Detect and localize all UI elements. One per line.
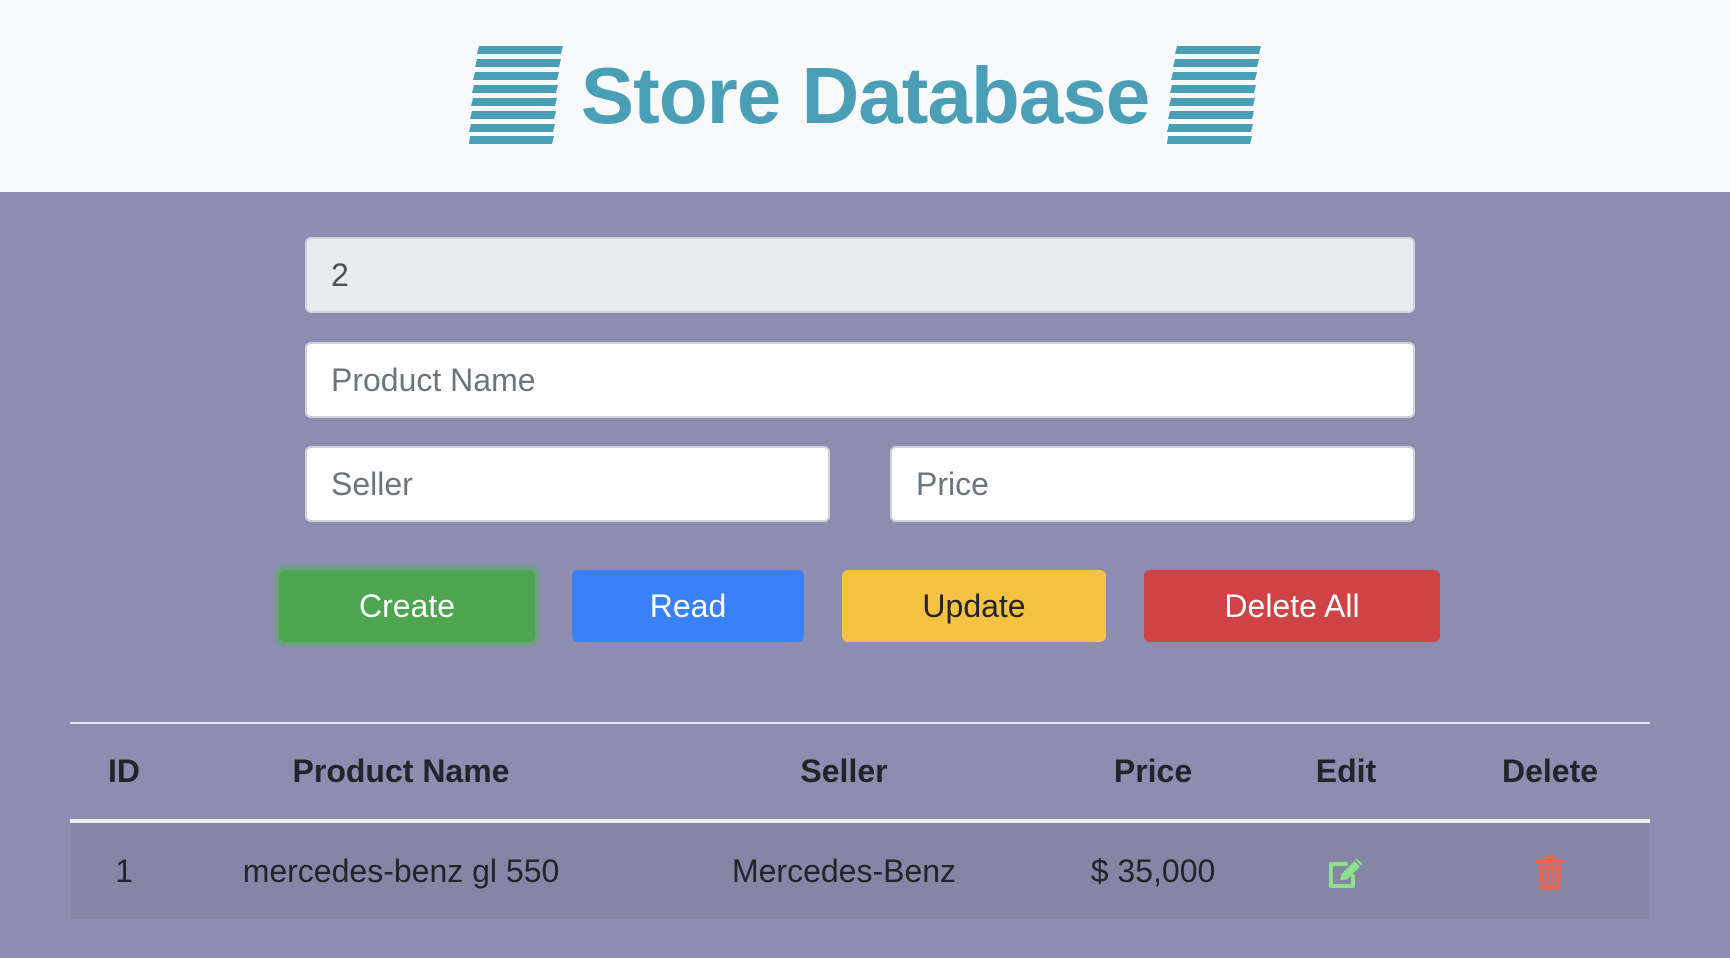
column-header-id: ID	[108, 753, 140, 789]
column-header-price: Price	[1113, 753, 1193, 789]
product-name-input[interactable]	[305, 342, 1415, 418]
column-header-edit: Edit	[1315, 753, 1377, 789]
id-field[interactable]	[305, 237, 1415, 313]
page-title: Store Database	[580, 51, 1150, 140]
cell-id: 1	[115, 852, 133, 889]
trash-icon[interactable]	[1536, 855, 1564, 890]
cell-price: $ 35,000	[1090, 852, 1216, 889]
table-header: ID Product Name Seller Price Edit Delete	[70, 723, 1650, 821]
table-header-row: ID Product Name Seller Price Edit Delete	[70, 723, 1650, 821]
delete-all-button[interactable]: Delete All	[1144, 570, 1440, 642]
column-header-seller: Seller	[800, 753, 888, 789]
page-header: Store Database	[0, 0, 1730, 192]
header-title-group: Store Database	[468, 46, 1262, 146]
update-button[interactable]: Update	[842, 570, 1106, 642]
create-button[interactable]: Create	[279, 570, 535, 642]
products-table-container: ID Product Name Seller Price Edit Delete…	[70, 722, 1650, 919]
table-body: 1 mercedes-benz gl 550 Mercedes-Benz $ 3…	[70, 821, 1650, 919]
read-button[interactable]: Read	[572, 570, 804, 642]
database-icon	[1167, 46, 1262, 144]
cell-product-name: mercedes-benz gl 550	[242, 852, 560, 889]
price-input[interactable]	[890, 446, 1415, 522]
column-header-delete: Delete	[1501, 753, 1599, 789]
cell-edit	[1242, 821, 1450, 919]
edit-icon[interactable]	[1326, 856, 1366, 890]
cell-delete	[1450, 821, 1650, 919]
column-header-product-name: Product Name	[292, 753, 510, 789]
seller-input[interactable]	[305, 446, 830, 522]
database-icon	[468, 46, 563, 144]
cell-seller: Mercedes-Benz	[731, 852, 957, 889]
products-table: ID Product Name Seller Price Edit Delete…	[70, 722, 1650, 919]
table-row: 1 mercedes-benz gl 550 Mercedes-Benz $ 3…	[70, 821, 1650, 919]
